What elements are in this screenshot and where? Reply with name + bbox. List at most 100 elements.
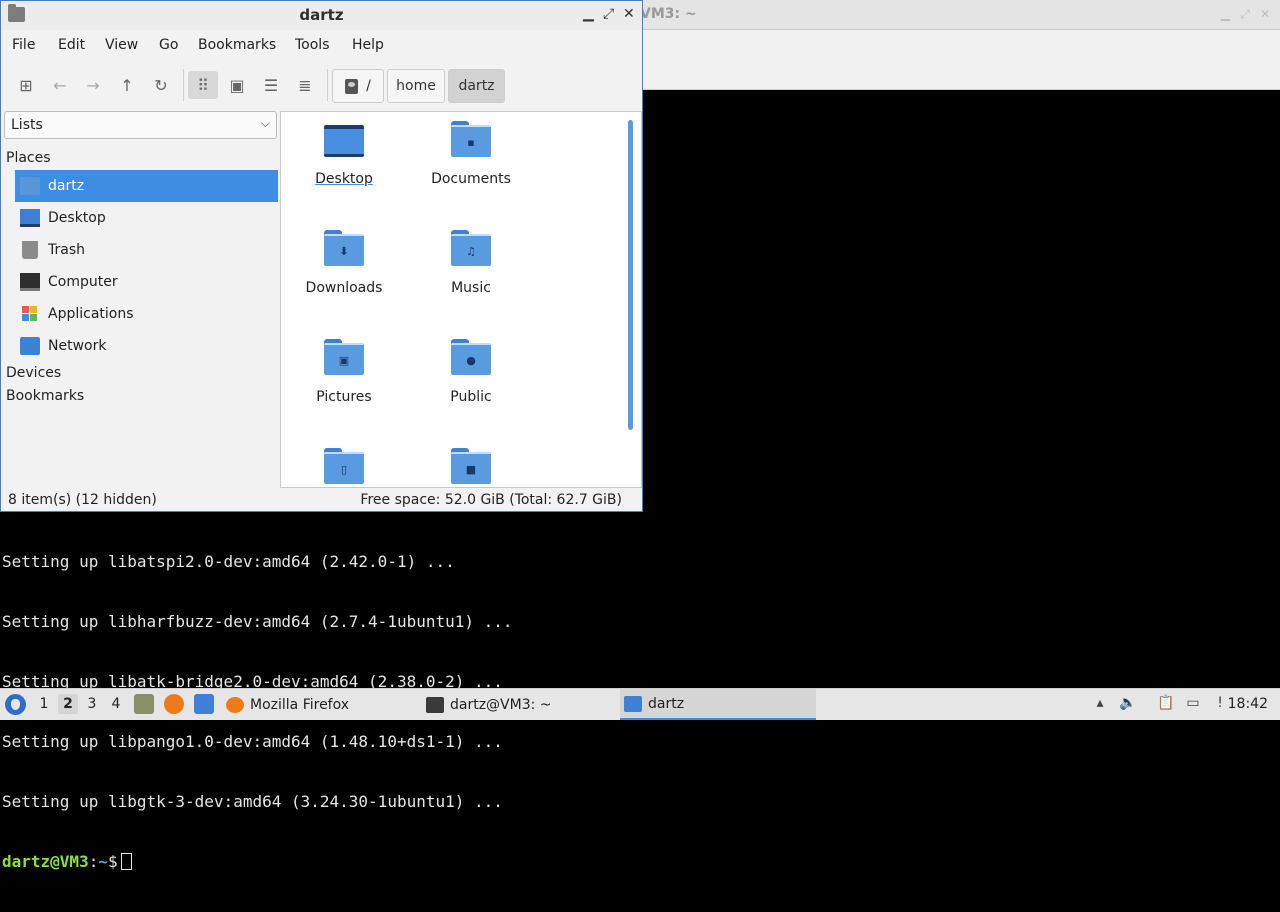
file-item-templates[interactable]: ▯ <box>282 448 406 484</box>
task-firefox[interactable]: Mozilla Firefox <box>222 689 412 720</box>
volume-icon[interactable]: 🔈 <box>1119 695 1137 713</box>
icon-view-scrollbar[interactable] <box>628 120 633 430</box>
computer-icon <box>20 273 40 291</box>
side-pane-mode-value: Lists <box>11 117 43 133</box>
file-label: Pictures <box>316 389 372 405</box>
sidebar-item-label: Network <box>48 338 107 354</box>
menu-edit[interactable]: Edit <box>58 37 85 53</box>
file-item-downloads[interactable]: ⬇ Downloads <box>282 230 406 296</box>
file-manager-titlebar[interactable]: dartz ▁ ⤢ ✕ <box>1 1 642 30</box>
maximize-icon[interactable]: ⤢ <box>1240 7 1250 22</box>
breadcrumb-home[interactable]: home <box>387 69 445 103</box>
sidebar-item-trash[interactable]: Trash <box>15 234 278 266</box>
sidebar-item-label: Applications <box>48 306 134 322</box>
sidebar-item-computer[interactable]: Computer <box>15 266 278 298</box>
side-pane-mode-select[interactable]: Lists ⌵ <box>4 111 277 139</box>
home-folder-icon <box>20 177 40 195</box>
workspace-4[interactable]: 4 <box>106 696 126 712</box>
places-header[interactable]: Places <box>6 150 51 166</box>
downloads-folder-icon: ⬇ <box>324 230 364 266</box>
breadcrumb-root-label: / <box>366 78 371 94</box>
sidebar-item-home[interactable]: dartz <box>15 170 278 202</box>
chevron-down-icon: ⌵ <box>260 116 270 130</box>
menu-tools[interactable]: Tools <box>295 37 330 53</box>
trash-icon <box>22 241 38 259</box>
workspace-3[interactable]: 3 <box>82 696 102 712</box>
file-item-music[interactable]: ♫ Music <box>409 230 533 296</box>
workspace-1[interactable]: 1 <box>34 696 54 712</box>
back-icon[interactable]: ← <box>45 71 75 99</box>
sidebar-item-label: Computer <box>48 274 118 290</box>
network-tray-icon[interactable]: ▭ <box>1184 695 1202 713</box>
documents-folder-icon: ▪ <box>451 121 491 157</box>
item-count: 8 item(s) (12 hidden) <box>8 492 157 508</box>
clipboard-icon[interactable]: 📋 <box>1157 695 1175 713</box>
new-tab-icon[interactable]: ⊞ <box>11 71 41 99</box>
breadcrumb-current[interactable]: dartz <box>448 69 505 103</box>
workspace-2[interactable]: 2 <box>58 694 78 714</box>
sidebar-item-applications[interactable]: Applications <box>15 298 278 330</box>
detailed-list-view-icon[interactable]: ≣ <box>290 71 320 99</box>
start-menu-icon[interactable] <box>5 694 26 715</box>
minimize-icon[interactable]: ▁ <box>1221 7 1230 21</box>
menu-file[interactable]: File <box>12 37 35 53</box>
desktop-icon <box>20 209 40 227</box>
menu-view[interactable]: View <box>105 37 138 53</box>
menu-go[interactable]: Go <box>159 37 178 53</box>
minimize-icon[interactable]: ▁ <box>583 6 594 22</box>
up-icon[interactable]: ↑ <box>112 71 142 99</box>
sidebar-item-network[interactable]: Network <box>15 330 278 362</box>
tray-expand-icon[interactable]: ▴ <box>1091 695 1109 713</box>
prompt-symbol: $ <box>107 852 118 871</box>
forward-icon[interactable]: → <box>78 71 108 99</box>
folder-icon <box>624 695 642 712</box>
maximize-icon[interactable]: ⤢ <box>603 6 614 22</box>
toolbar-separator <box>183 69 184 101</box>
breadcrumb-root[interactable]: / <box>332 69 384 103</box>
show-desktop-icon[interactable] <box>194 694 214 714</box>
file-manager-window[interactable]: dartz ▁ ⤢ ✕ File Edit View Go Bookmarks … <box>0 0 643 512</box>
pictures-folder-icon: ▣ <box>324 339 364 375</box>
file-item-documents[interactable]: ▪ Documents <box>409 121 533 187</box>
prompt-user: dartz@VM3 <box>2 852 89 871</box>
terminal-line: Setting up libpango1.0-dev:amd64 (1.48.1… <box>2 732 503 751</box>
terminal-prompt[interactable]: dartz@VM3:~$ <box>2 852 1272 872</box>
close-icon[interactable]: ✕ <box>623 6 635 22</box>
clock[interactable]: 18:42 <box>1228 696 1268 712</box>
icon-view-icon[interactable]: ⠿ <box>188 71 218 99</box>
updates-icon[interactable]: ! <box>1211 695 1229 713</box>
reload-icon[interactable]: ↻ <box>146 71 176 99</box>
task-label: Mozilla Firefox <box>250 696 350 713</box>
applications-icon <box>20 305 40 323</box>
sidebar-item-desktop[interactable]: Desktop <box>15 202 278 234</box>
task-label: dartz@VM3: ~ <box>450 696 552 713</box>
thumbnail-view-icon[interactable]: ▣ <box>222 71 252 99</box>
prompt-separator: : <box>88 852 99 871</box>
menu-help[interactable]: Help <box>352 37 384 53</box>
window-title: dartz <box>299 6 344 24</box>
task-terminal[interactable]: dartz@VM3: ~ <box>422 689 616 720</box>
firefox-launcher-icon[interactable] <box>164 694 184 714</box>
network-icon <box>20 337 40 355</box>
menu-bookmarks[interactable]: Bookmarks <box>198 37 276 53</box>
bookmarks-header[interactable]: Bookmarks <box>6 388 84 404</box>
file-item-desktop[interactable]: Desktop <box>282 121 406 187</box>
devices-header[interactable]: Devices <box>6 365 61 381</box>
file-label: Documents <box>431 171 511 187</box>
file-manager-launcher-icon[interactable] <box>134 694 154 714</box>
file-icon-view[interactable]: Desktop ▪ Documents ⬇ Downloads ♫ Music … <box>280 111 642 488</box>
compact-view-icon[interactable]: ☰ <box>256 71 286 99</box>
file-item-pictures[interactable]: ▣ Pictures <box>282 339 406 405</box>
templates-folder-icon: ▯ <box>324 448 364 484</box>
sidebar-item-label: Trash <box>48 242 85 258</box>
file-label: Music <box>451 280 491 296</box>
toolbar: ⊞ ← → ↑ ↻ ⠿ ▣ ☰ ≣ / home dartz <box>1 63 642 107</box>
close-icon[interactable]: ✕ <box>1260 7 1270 21</box>
firefox-icon <box>226 696 244 713</box>
file-item-videos[interactable]: ■ <box>409 448 533 484</box>
file-item-public[interactable]: ● Public <box>409 339 533 405</box>
menu-bar: File Edit View Go Bookmarks Tools Help <box>1 30 642 60</box>
prompt-path: ~ <box>98 852 108 871</box>
task-file-manager[interactable]: dartz <box>620 689 816 720</box>
sidebar-item-label: dartz <box>48 178 85 194</box>
